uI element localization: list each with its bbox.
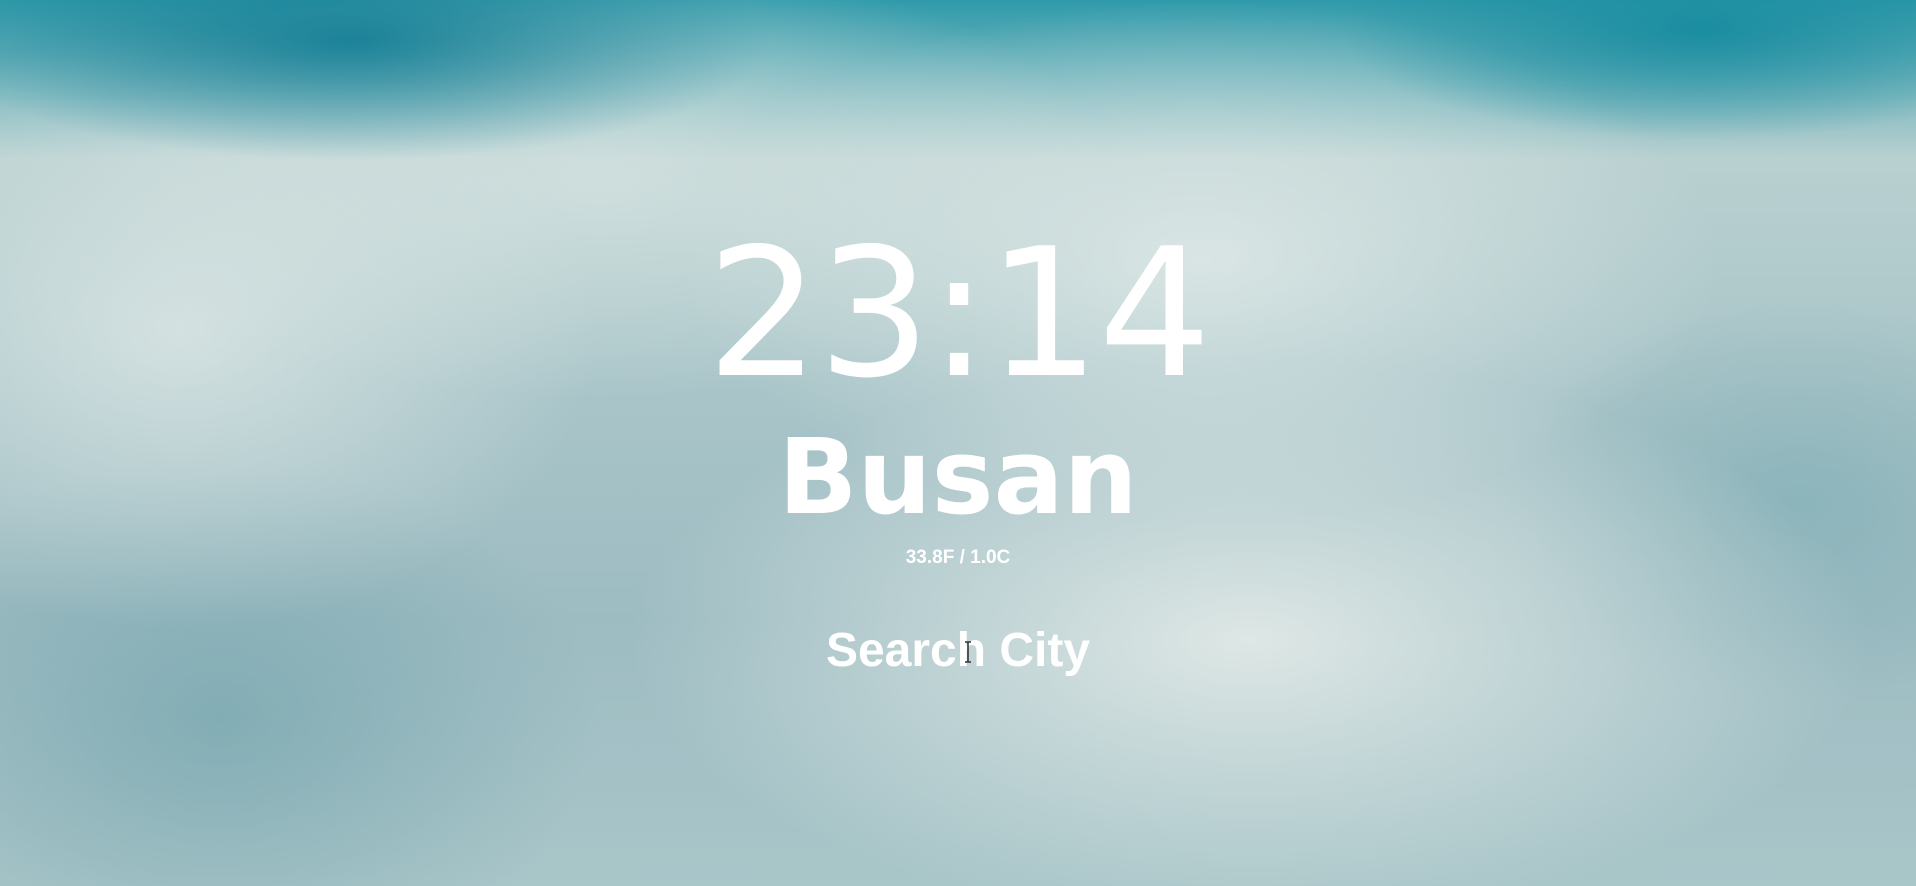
temperature-readout: 33.8F / 1.0C	[905, 547, 1011, 568]
city-name: Busan	[778, 416, 1138, 538]
clock-time: 23:14	[706, 210, 1212, 417]
search-city-input[interactable]	[808, 620, 1108, 680]
text-cursor-icon	[965, 641, 971, 663]
weather-clock-screen: 23:14 Busan 33.8F / 1.0C	[0, 0, 1916, 886]
